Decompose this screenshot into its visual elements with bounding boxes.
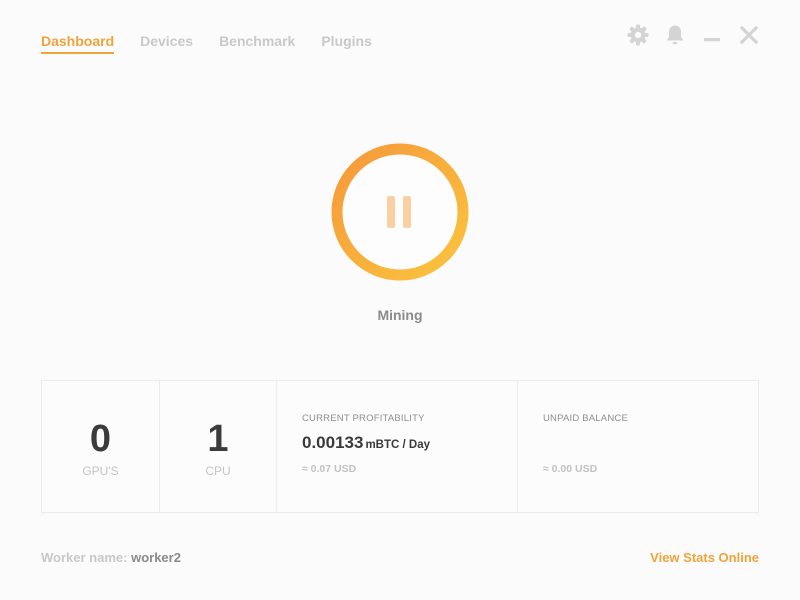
worker-name-label: Worker name: [41, 550, 128, 565]
notifications-button[interactable] [662, 22, 688, 48]
minimize-button[interactable] [699, 22, 725, 48]
gear-icon [627, 24, 649, 46]
profitability-caption: CURRENT PROFITABILITY [302, 413, 425, 424]
balance-caption: UNPAID BALANCE [543, 413, 628, 424]
tab-dashboard[interactable]: Dashboard [41, 33, 115, 54]
tab-benchmark[interactable]: Benchmark [219, 33, 295, 54]
tab-plugins[interactable]: Plugins [321, 33, 372, 54]
stats-panel: 0 GPU'S 1 CPU CURRENT PROFITABILITY 0.00… [41, 380, 759, 513]
worker-name-value: worker2 [131, 550, 181, 565]
window-controls [614, 22, 762, 48]
profitability-value: 0.00133 [302, 433, 364, 452]
close-button[interactable] [736, 22, 762, 48]
profitability-value-row: 0.00133 mBTC / Day [302, 433, 430, 453]
view-stats-online-link[interactable]: View Stats Online [650, 550, 759, 565]
mining-ring [331, 143, 469, 281]
cpu-count: 1 [207, 418, 229, 460]
close-icon [739, 25, 759, 45]
tab-devices[interactable]: Devices [140, 33, 193, 54]
profitability-unit: mBTC / Day [365, 439, 430, 451]
worker-name: Worker name: worker2 [41, 550, 181, 565]
minimize-icon [704, 38, 720, 42]
bell-icon [666, 25, 684, 45]
balance-usd: ≈ 0.00 USD [543, 463, 598, 475]
cpu-label: CPU [205, 464, 231, 478]
cpu-count-cell: 1 CPU [160, 381, 277, 512]
mining-status: Mining [377, 307, 423, 323]
settings-button[interactable] [625, 22, 651, 48]
mining-toggle-button[interactable] [330, 142, 470, 282]
profitability-cell: CURRENT PROFITABILITY 0.00133 mBTC / Day … [277, 381, 518, 512]
gpu-label: GPU'S [82, 464, 119, 478]
gpu-count-cell: 0 GPU'S [42, 381, 160, 512]
profitability-usd: ≈ 0.07 USD [302, 463, 357, 475]
balance-cell: UNPAID BALANCE ≈ 0.00 USD [518, 381, 758, 512]
gpu-count: 0 [89, 418, 112, 460]
main-nav: Dashboard Devices Benchmark Plugins [41, 33, 398, 54]
